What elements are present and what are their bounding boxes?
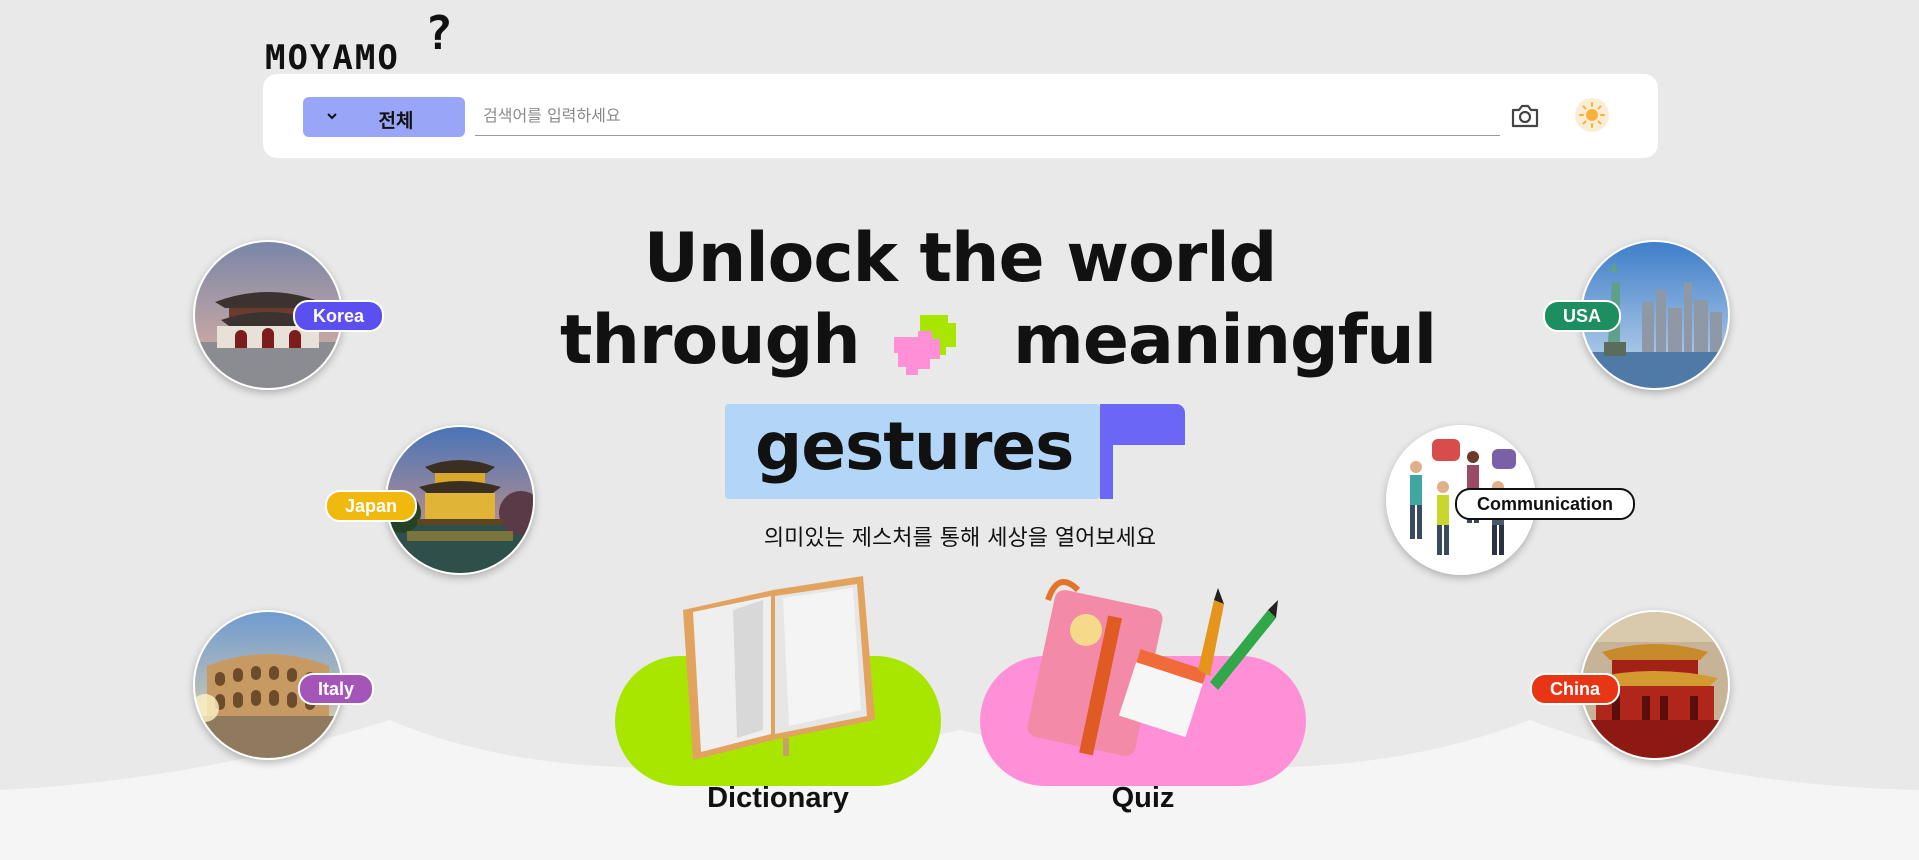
- headline-line-1: Unlock the world: [643, 219, 1278, 298]
- headline-meaningful: meaningful: [1013, 301, 1437, 380]
- hero-headline: Unlock the world through meaningful: [560, 218, 1437, 382]
- category-select[interactable]: 전체: [303, 97, 465, 137]
- tag-usa[interactable]: USA: [1543, 300, 1622, 332]
- headline-through: through: [560, 301, 861, 380]
- tag-korea[interactable]: Korea: [293, 300, 385, 332]
- logo-question-mark: ?: [425, 6, 453, 60]
- tag-communication[interactable]: Communication: [1455, 488, 1636, 520]
- quiz-label: Quiz: [1111, 782, 1175, 814]
- logo[interactable]: MOYAMO ?: [265, 6, 465, 78]
- puzzle-icon: [894, 315, 957, 375]
- headline-line-2: through meaningful: [560, 300, 1437, 382]
- tag-japan[interactable]: Japan: [325, 490, 418, 522]
- search-bar: 전체: [263, 74, 1658, 158]
- theme-toggle-button[interactable]: [1575, 98, 1609, 132]
- tag-china[interactable]: China: [1530, 673, 1621, 705]
- sun-icon: [1579, 102, 1605, 128]
- headline-gestures: gestures: [755, 408, 1074, 485]
- dictionary-card[interactable]: Dictionary: [613, 570, 943, 830]
- hero-subtitle: 의미있는 제스처를 통해 세상을 열어보세요: [763, 526, 1157, 551]
- gestures-highlight: gestures: [725, 404, 1100, 499]
- quiz-illustration: [980, 579, 1306, 786]
- dictionary-label: Dictionary: [707, 782, 849, 814]
- category-label: 전체: [378, 110, 414, 132]
- search-input[interactable]: [475, 96, 1500, 136]
- logo-text: MOYAMO: [265, 38, 400, 78]
- tag-italy[interactable]: Italy: [298, 673, 375, 705]
- quiz-card[interactable]: Quiz: [978, 570, 1308, 830]
- flag-shape: [1100, 404, 1185, 499]
- dictionary-illustration: [615, 576, 941, 786]
- camera-icon[interactable]: [1507, 98, 1543, 134]
